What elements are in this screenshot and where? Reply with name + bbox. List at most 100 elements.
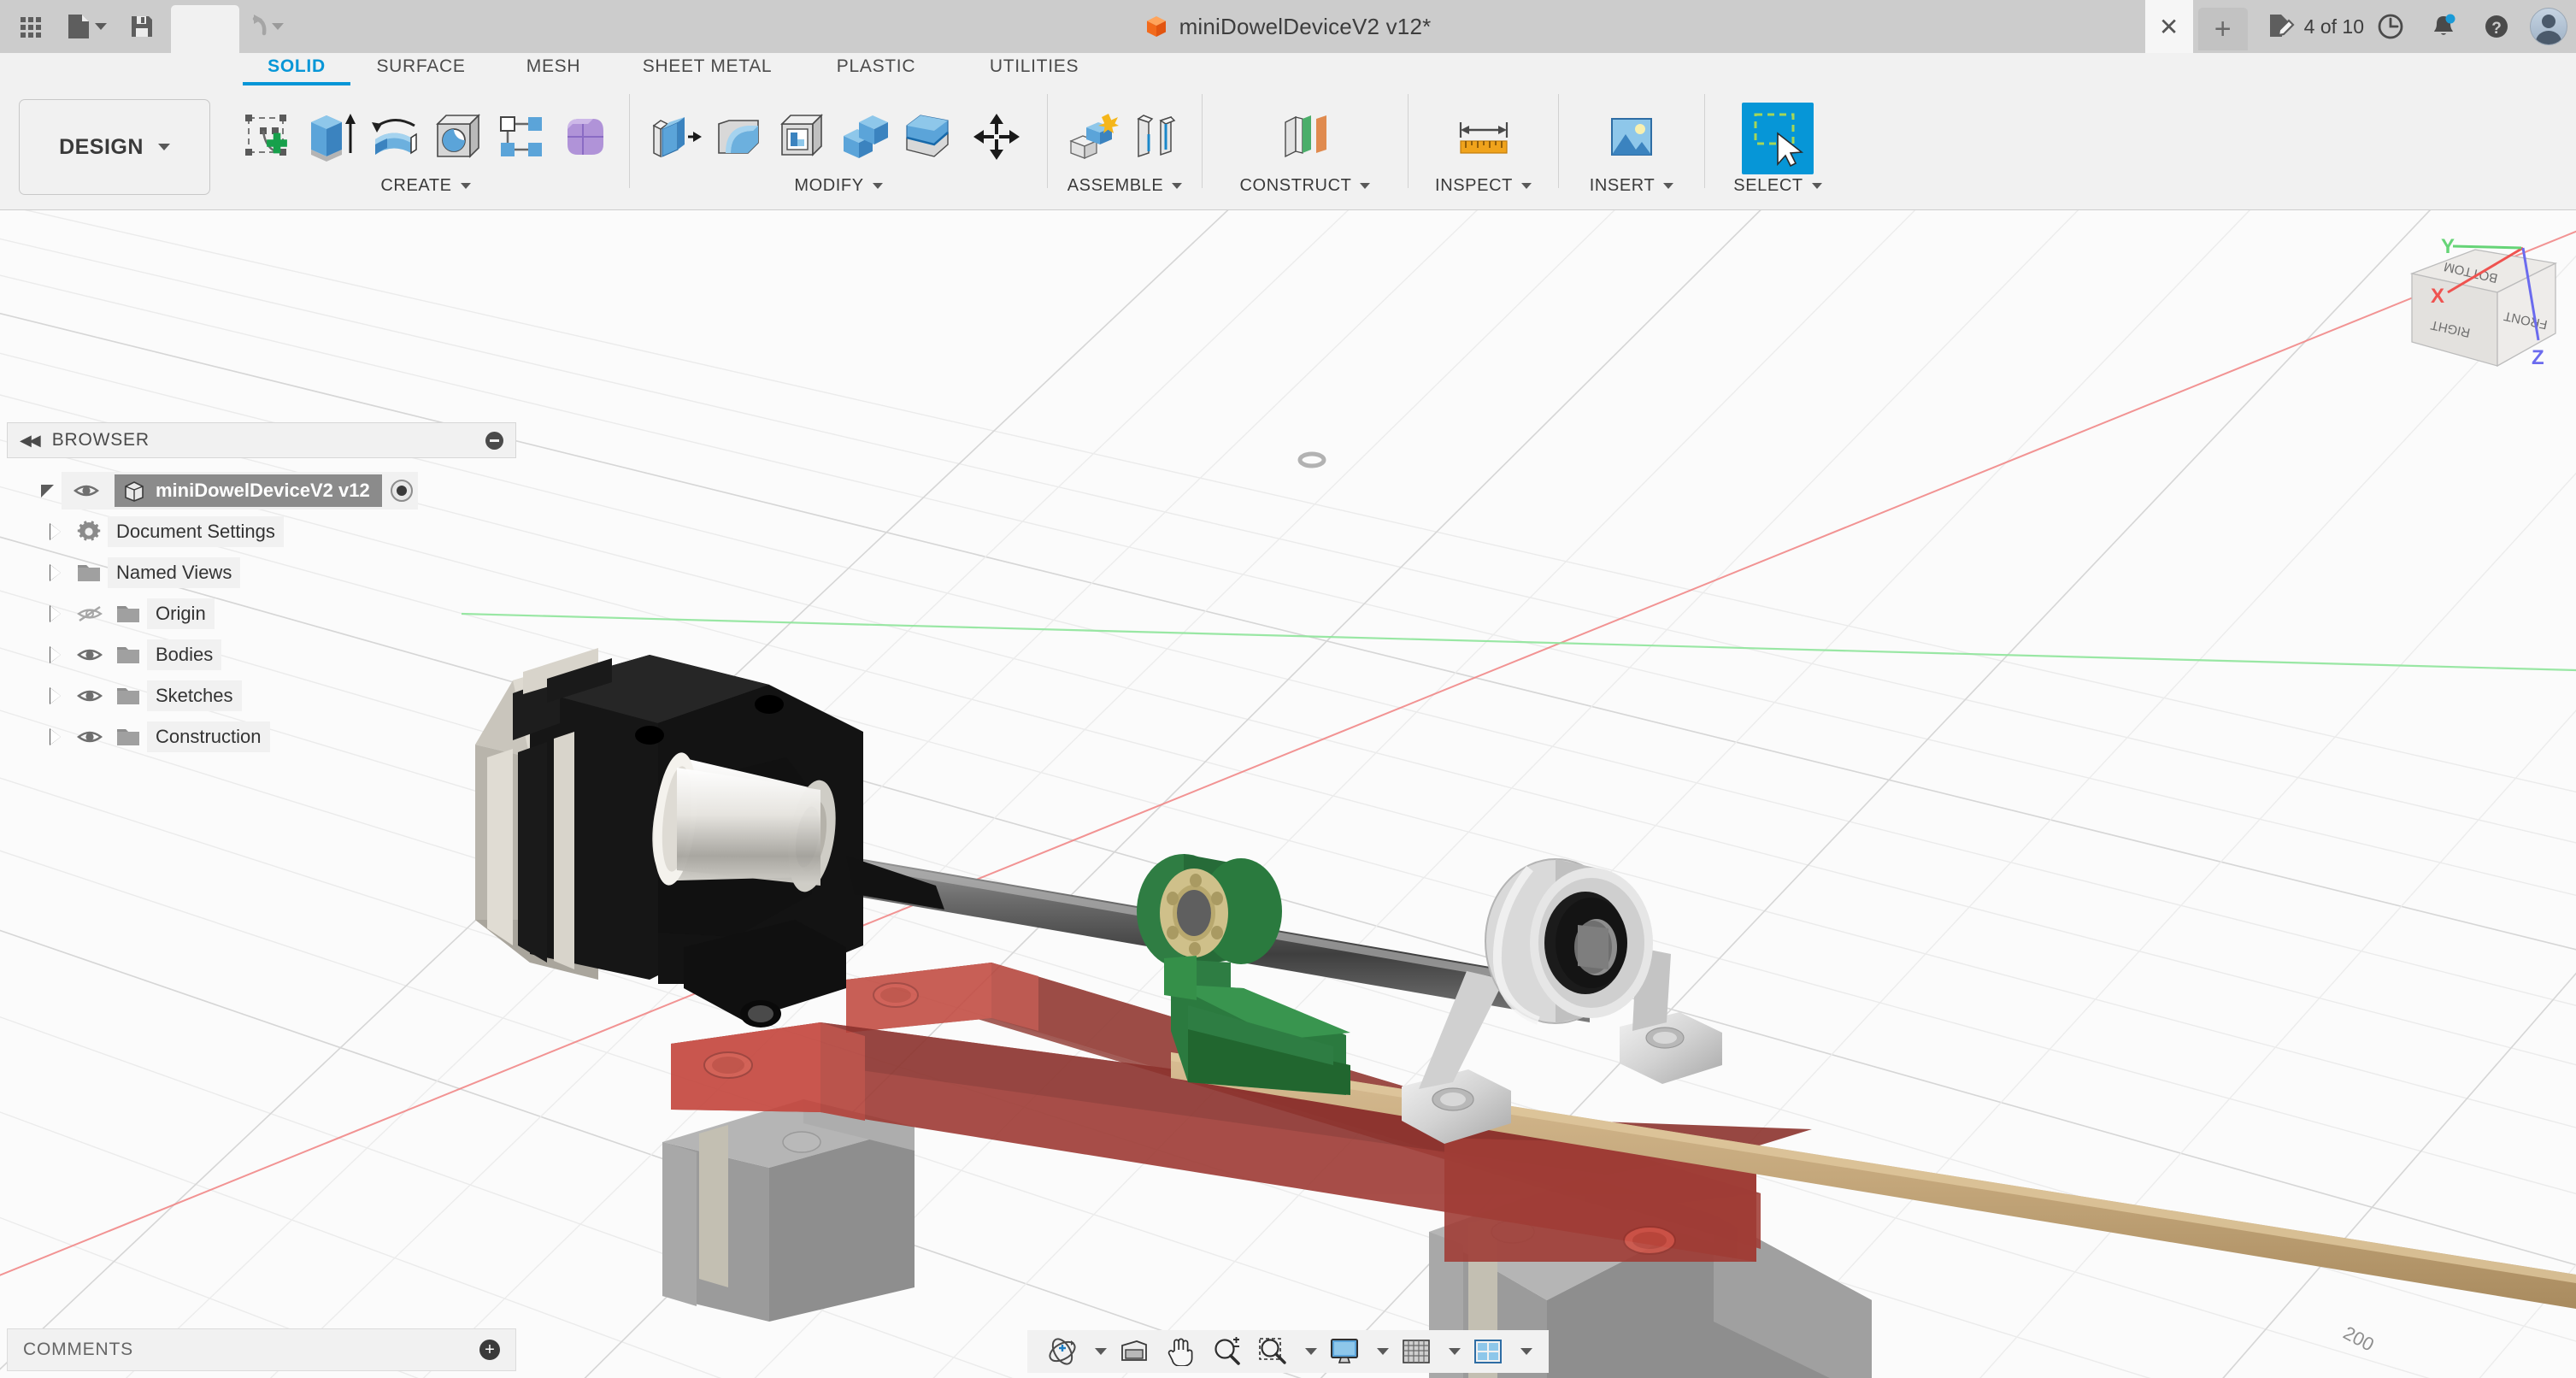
viewports[interactable] [1465, 1333, 1511, 1370]
panel-label-create[interactable]: CREATE [380, 176, 470, 196]
visibility-eye-icon[interactable] [70, 646, 109, 663]
panel-insert-text: INSERT [1590, 176, 1656, 196]
tree-root-row[interactable]: miniDowelDeviceV2 v12 [7, 470, 516, 511]
expand-arrow-down-icon[interactable] [32, 485, 62, 498]
visibility-eye-off-icon[interactable] [70, 604, 109, 623]
tree-item-document-settings[interactable]: Document Settings [7, 511, 516, 552]
tab-solid[interactable]: SOLID [243, 53, 350, 82]
tree-item-origin[interactable]: Origin [7, 593, 516, 634]
notifications-button[interactable] [2417, 0, 2470, 53]
offset-plane-tool[interactable] [1268, 99, 1342, 174]
viewports-dropdown[interactable] [1511, 1333, 1537, 1370]
titlebar-right-controls: ✕ + 4 of 10 ? [2145, 0, 2576, 53]
measure-tool[interactable] [1447, 99, 1520, 174]
tab-surface[interactable]: SURFACE [350, 53, 491, 82]
fit-dropdown[interactable] [1296, 1333, 1321, 1370]
cad-model[interactable] [475, 648, 2576, 1378]
expand-arrow-right-icon[interactable] [41, 729, 70, 745]
history-button[interactable] [2364, 0, 2417, 53]
grid-snaps[interactable] [1393, 1333, 1439, 1370]
tree-root-item[interactable]: miniDowelDeviceV2 v12 [115, 474, 382, 507]
folder-icon [70, 562, 108, 584]
visibility-eye-icon[interactable] [67, 482, 106, 499]
expand-arrow-right-icon[interactable] [41, 565, 70, 580]
minimize-icon[interactable] [485, 432, 503, 450]
panel-label-assemble[interactable]: ASSEMBLE [1067, 176, 1183, 196]
hole-tool[interactable] [426, 99, 489, 174]
pillow-block-bearing[interactable] [1402, 859, 1722, 1144]
zoom-tool[interactable] [1203, 1333, 1250, 1370]
tree-item-sketches[interactable]: Sketches [7, 675, 516, 716]
visibility-eye-icon[interactable] [70, 687, 109, 704]
document-tab[interactable] [171, 5, 239, 53]
browser-panel: ◀◀ BROWSER [7, 422, 516, 757]
component-activate-radio[interactable] [391, 480, 413, 502]
create-sketch-tool[interactable] [236, 99, 299, 174]
expand-arrow-right-icon[interactable] [41, 688, 70, 704]
file-menu-button[interactable] [55, 3, 118, 50]
shell-tool[interactable] [770, 99, 833, 174]
show-data-panel-button[interactable] [7, 3, 55, 50]
rectangular-pattern-tool[interactable] [489, 99, 552, 174]
add-comment-button[interactable]: + [479, 1340, 500, 1360]
browser-header: ◀◀ BROWSER [7, 422, 516, 458]
new-component-tool[interactable] [1062, 99, 1125, 174]
panel-divider [629, 94, 630, 188]
panel-label-construct[interactable]: CONSTRUCT [1240, 176, 1371, 196]
orbit-tool[interactable] [1039, 1333, 1085, 1370]
panel-label-select[interactable]: SELECT [1733, 176, 1821, 196]
version-counter[interactable]: 4 of 10 [2267, 12, 2364, 41]
fillet-tool[interactable] [707, 99, 770, 174]
chevron-down-icon [158, 144, 170, 150]
magnifier-zoom-icon [1212, 1337, 1241, 1366]
viewport-canvas[interactable]: 200 [0, 210, 2576, 1378]
look-at-tool[interactable] [1111, 1333, 1157, 1370]
save-button[interactable] [118, 3, 166, 50]
tree-item-named-views[interactable]: Named Views [7, 552, 516, 593]
select-cursor-icon [1745, 106, 1810, 171]
create-form-tool[interactable] [552, 99, 615, 174]
tab-mesh[interactable]: MESH [491, 53, 615, 82]
insert-canvas-tool[interactable] [1595, 99, 1668, 174]
orbit-dropdown[interactable] [1085, 1333, 1111, 1370]
display-dropdown[interactable] [1367, 1333, 1393, 1370]
workspace-switcher-button[interactable]: DESIGN [19, 99, 210, 195]
base-block-left[interactable] [662, 1099, 915, 1322]
joint-tool[interactable] [1125, 99, 1188, 174]
view-cube[interactable]: BOTTOM RIGHT FRONT X Y Z [2397, 221, 2567, 374]
press-pull-tool[interactable] [644, 99, 707, 174]
display-settings[interactable] [1321, 1333, 1367, 1370]
combine-tool[interactable] [833, 99, 897, 174]
expand-arrow-right-icon[interactable] [41, 524, 70, 539]
panel-label-inspect[interactable]: INSPECT [1435, 176, 1532, 196]
revolve-tool[interactable] [362, 99, 426, 174]
move-copy-tool[interactable] [960, 99, 1033, 174]
split-face-tool[interactable] [897, 99, 960, 174]
form-sphere-icon [559, 112, 609, 162]
tree-item-bodies[interactable]: Bodies [7, 634, 516, 675]
expand-arrow-right-icon[interactable] [41, 606, 70, 621]
double-chevron-left-icon[interactable]: ◀◀ [20, 432, 38, 450]
page-title: miniDowelDeviceV2 v12* [1179, 14, 1432, 40]
tab-plastic[interactable]: PLASTIC [799, 53, 953, 82]
extrude-tool[interactable] [299, 99, 362, 174]
fit-tool[interactable] [1250, 1333, 1296, 1370]
close-tab-button[interactable]: ✕ [2145, 0, 2193, 53]
tab-utilities[interactable]: UTILITIES [953, 53, 1115, 82]
comments-bar[interactable]: COMMENTS + [7, 1328, 516, 1371]
grid-dropdown[interactable] [1439, 1333, 1465, 1370]
panel-label-insert[interactable]: INSERT [1590, 176, 1674, 196]
press-pull-icon [649, 112, 702, 162]
help-button[interactable]: ? [2470, 0, 2523, 53]
visibility-eye-icon[interactable] [70, 728, 109, 745]
pan-tool[interactable] [1157, 1333, 1203, 1370]
panel-modify: MODIFY [638, 85, 1038, 210]
panel-label-modify[interactable]: MODIFY [794, 176, 882, 196]
new-tab-button[interactable]: + [2198, 8, 2248, 50]
tab-sheet-metal[interactable]: SHEET METAL [615, 53, 799, 82]
select-tool[interactable] [1742, 103, 1814, 174]
chevron-down-icon [1360, 183, 1370, 189]
expand-arrow-right-icon[interactable] [41, 647, 70, 662]
tree-item-construction[interactable]: Construction [7, 716, 516, 757]
avatar[interactable] [2530, 8, 2567, 45]
